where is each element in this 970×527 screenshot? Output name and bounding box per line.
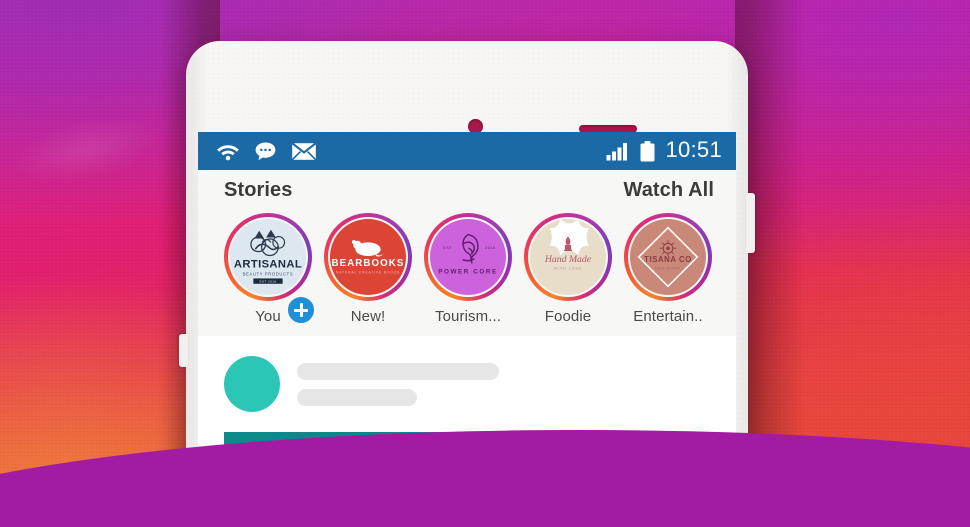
signal-bars-icon [606,142,628,160]
svg-text:EST 2018: EST 2018 [260,280,277,284]
post-image-placeholder[interactable] [224,432,674,527]
svg-text:Hand Made: Hand Made [544,254,592,265]
svg-text:TEA SHOP: TEA SHOP [655,267,681,271]
story-avatar-artisanal: ARTISANAL BEAUTY PRODUCTS EST 2018 [230,219,306,295]
status-bar-clock: 10:51 [665,137,722,162]
post-placeholder-lines [297,362,499,406]
svg-text:TISANA CO: TISANA CO [644,255,692,264]
stories-title: Stories [224,179,293,201]
battery-icon [640,140,655,161]
story-item-new[interactable]: BEARBOOKS NATURAL CREATIVE BOOKS New! [322,213,414,325]
story-label: Tourism... [434,308,501,325]
stories-section: Stories Watch All ARTISANAL BEAUTY PRODU… [198,170,736,336]
screenshot-stage: 10:51 Stories Watch All ARTISANAL BEAUTY… [0,0,970,527]
svg-text:2018: 2018 [485,245,496,250]
post-header [198,356,736,412]
add-story-plus-icon[interactable] [286,295,316,325]
stories-list: ARTISANAL BEAUTY PRODUCTS EST 2018 You B… [198,202,736,325]
story-label: Foodie [544,308,592,325]
svg-text:POWER CORE: POWER CORE [438,269,498,276]
story-ring: Hand Made WITH LOVE [524,213,612,301]
story-ring-gap: ARTISANAL BEAUTY PRODUCTS EST 2018 [228,217,308,297]
story-label: Entertain.. [633,308,703,325]
story-ring: TISANA CO TEA SHOP [624,213,712,301]
svg-text:NATURAL CREATIVE BOOKS: NATURAL CREATIVE BOOKS [336,271,400,275]
story-avatar-powercore: EST 2018 POWER CORE [430,219,506,295]
svg-text:WITH LOVE: WITH LOVE [554,267,583,271]
status-bar-right-icons: 10:51 [606,139,722,163]
story-ring-gap: EST 2018 POWER CORE [428,217,508,297]
story-label: New! [350,308,386,325]
story-ring-gap: BEARBOOKS NATURAL CREATIVE BOOKS [328,217,408,297]
story-ring: ARTISANAL BEAUTY PRODUCTS EST 2018 [224,213,312,301]
envelope-icon [291,142,317,161]
svg-text:BEAUTY PRODUCTS: BEAUTY PRODUCTS [243,272,294,277]
story-item-you[interactable]: ARTISANAL BEAUTY PRODUCTS EST 2018 You [222,213,316,325]
phone-mockup: 10:51 Stories Watch All ARTISANAL BEAUTY… [179,41,755,527]
wifi-icon [217,144,239,160]
phone-side-button-left[interactable] [179,334,188,367]
svg-text:EST: EST [443,245,452,250]
story-label: You [255,308,281,325]
feed-section [198,336,736,527]
story-ring-gap: Hand Made WITH LOVE [528,217,608,297]
story-item-tourism[interactable]: EST 2018 POWER CORE Tourism... [422,213,514,325]
status-bar-left-icons [216,141,317,161]
story-avatar-bearbooks: BEARBOOKS NATURAL CREATIVE BOOKS [330,219,406,295]
story-ring: EST 2018 POWER CORE [424,213,512,301]
phone-side-button-right[interactable] [746,193,755,253]
status-bar: 10:51 [198,132,736,170]
post-avatar[interactable] [224,356,280,412]
phone-screen: 10:51 Stories Watch All ARTISANAL BEAUTY… [198,132,736,527]
svg-text:BEARBOOKS: BEARBOOKS [332,258,405,269]
watch-all-button[interactable]: Watch All [623,179,714,202]
story-ring-gap: TISANA CO TEA SHOP [628,217,708,297]
story-avatar-tisanaco: TISANA CO TEA SHOP [630,219,706,295]
story-ring: BEARBOOKS NATURAL CREATIVE BOOKS [324,213,412,301]
stories-header: Stories Watch All [198,179,736,202]
story-item-entertainment[interactable]: TISANA CO TEA SHOP Entertain.. [622,213,714,325]
story-item-foodie[interactable]: Hand Made WITH LOVE Foodie [522,213,614,325]
placeholder-line-secondary [297,388,417,406]
chat-bubble-icon [255,142,276,161]
svg-text:ARTISANAL: ARTISANAL [234,259,302,271]
placeholder-line-primary [297,362,499,380]
story-avatar-handmade: Hand Made WITH LOVE [530,219,606,295]
